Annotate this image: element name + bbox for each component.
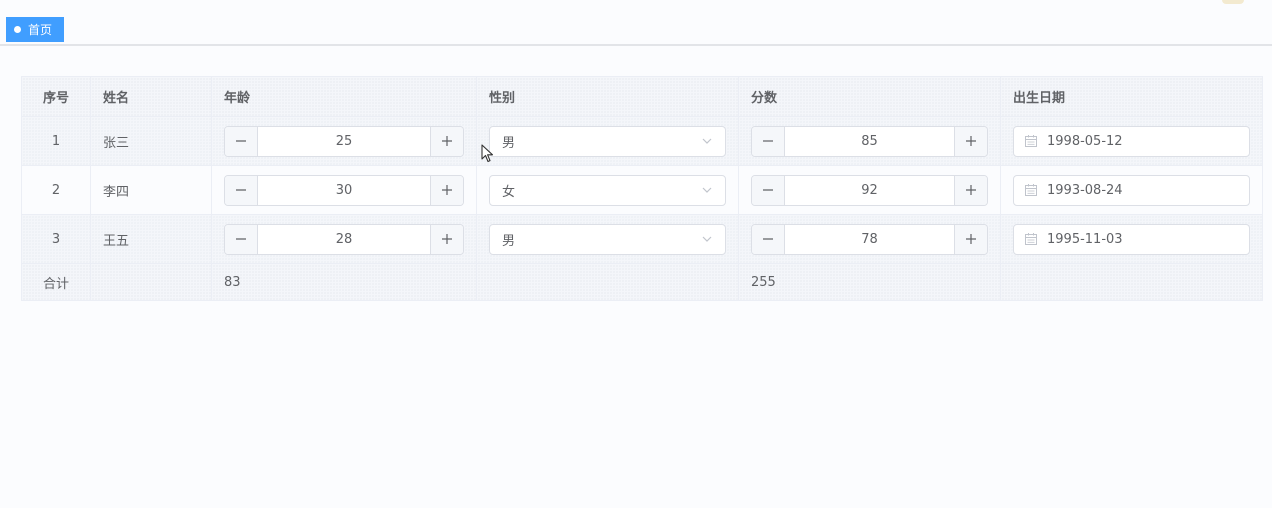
gender-value: 男 <box>502 233 516 249</box>
calendar-icon <box>1024 183 1038 197</box>
minus-icon <box>235 184 247 196</box>
minus-icon <box>762 135 774 147</box>
score-increment-button[interactable] <box>954 175 987 205</box>
cell-gender: 男 <box>476 214 739 264</box>
table-row: 3 王五 28 男 78 1995-11-03 <box>21 214 1263 264</box>
minus-icon <box>762 233 774 245</box>
col-header-index: 序号 <box>21 76 91 117</box>
cell-name: 李四 <box>90 165 212 215</box>
birth-date-picker[interactable]: 1993-08-24 <box>1013 174 1250 206</box>
data-table: 序号 姓名 年龄 性别 分数 出生日期 1 张三 25 男 85 1998-05-12 2 李… <box>21 76 1263 301</box>
score-stepper[interactable]: 92 <box>751 174 988 206</box>
col-header-birth: 出生日期 <box>1000 76 1263 117</box>
score-value[interactable]: 78 <box>785 225 954 254</box>
score-stepper[interactable]: 85 <box>751 125 988 157</box>
minus-icon <box>235 135 247 147</box>
plus-icon <box>965 135 977 147</box>
col-header-gender: 性别 <box>476 76 739 117</box>
cell-index: 2 <box>21 165 91 215</box>
age-value[interactable]: 28 <box>258 225 430 254</box>
cell-age: 25 <box>211 116 477 166</box>
footer-label: 合计 <box>21 263 91 301</box>
footer-age-total: 83 <box>211 263 477 301</box>
corner-decoration <box>1222 0 1244 4</box>
minus-icon <box>762 184 774 196</box>
cell-birth: 1995-11-03 <box>1000 214 1263 264</box>
cell-index: 3 <box>21 214 91 264</box>
col-header-score: 分数 <box>738 76 1001 117</box>
calendar-icon <box>1024 134 1038 148</box>
cell-score: 78 <box>738 214 1001 264</box>
age-value[interactable]: 25 <box>258 127 430 156</box>
gender-select[interactable]: 男 <box>489 125 726 157</box>
age-value[interactable]: 30 <box>258 176 430 205</box>
birth-date-value: 1993-08-24 <box>1047 182 1123 198</box>
age-stepper[interactable]: 28 <box>224 223 464 255</box>
plus-icon <box>441 184 453 196</box>
birth-date-picker[interactable]: 1995-11-03 <box>1013 223 1250 255</box>
col-header-name: 姓名 <box>90 76 212 117</box>
score-decrement-button[interactable] <box>752 175 785 205</box>
age-stepper[interactable]: 30 <box>224 174 464 206</box>
minus-icon <box>235 233 247 245</box>
plus-icon <box>441 233 453 245</box>
tab-home-label: 首页 <box>28 23 53 37</box>
cell-birth: 1998-05-12 <box>1000 116 1263 166</box>
cell-gender: 女 <box>476 165 739 215</box>
birth-date-picker[interactable]: 1998-05-12 <box>1013 125 1250 157</box>
cell-name: 王五 <box>90 214 212 264</box>
score-increment-button[interactable] <box>954 224 987 254</box>
score-decrement-button[interactable] <box>752 126 785 156</box>
age-stepper[interactable]: 25 <box>224 125 464 157</box>
gender-select[interactable]: 男 <box>489 223 726 255</box>
cell-index: 1 <box>21 116 91 166</box>
cell-birth: 1993-08-24 <box>1000 165 1263 215</box>
chevron-down-icon <box>701 135 713 147</box>
cell-score: 92 <box>738 165 1001 215</box>
dot-icon <box>14 26 21 33</box>
age-increment-button[interactable] <box>430 224 463 254</box>
score-increment-button[interactable] <box>954 126 987 156</box>
score-value[interactable]: 85 <box>785 127 954 156</box>
cell-gender: 男 <box>476 116 739 166</box>
birth-date-value: 1998-05-12 <box>1047 133 1123 149</box>
score-value[interactable]: 92 <box>785 176 954 205</box>
age-decrement-button[interactable] <box>225 175 258 205</box>
table-row: 1 张三 25 男 85 1998-05-12 <box>21 116 1263 166</box>
age-increment-button[interactable] <box>430 175 463 205</box>
col-header-age: 年龄 <box>211 76 477 117</box>
plus-icon <box>965 184 977 196</box>
cell-score: 85 <box>738 116 1001 166</box>
cell-age: 28 <box>211 214 477 264</box>
calendar-icon <box>1024 232 1038 246</box>
score-stepper[interactable]: 78 <box>751 223 988 255</box>
age-increment-button[interactable] <box>430 126 463 156</box>
plus-icon <box>965 233 977 245</box>
gender-value: 女 <box>502 184 516 200</box>
gender-value: 男 <box>502 135 516 151</box>
table-row: 2 李四 30 女 92 1993-08-24 <box>21 165 1263 215</box>
tab-bar: 首页 <box>0 0 1272 46</box>
footer-name-cell <box>90 263 212 301</box>
birth-date-value: 1995-11-03 <box>1047 231 1123 247</box>
plus-icon <box>441 135 453 147</box>
tab-home[interactable]: 首页 <box>6 17 64 42</box>
chevron-down-icon <box>701 233 713 245</box>
cell-age: 30 <box>211 165 477 215</box>
gender-select[interactable]: 女 <box>489 174 726 206</box>
age-decrement-button[interactable] <box>225 126 258 156</box>
footer-gender-cell <box>476 263 739 301</box>
table-header-row: 序号 姓名 年龄 性别 分数 出生日期 <box>21 76 1263 117</box>
score-decrement-button[interactable] <box>752 224 785 254</box>
chevron-down-icon <box>701 184 713 196</box>
cell-name: 张三 <box>90 116 212 166</box>
age-decrement-button[interactable] <box>225 224 258 254</box>
table-footer-row: 合计 83 255 <box>21 263 1263 301</box>
footer-birth-cell <box>1000 263 1263 301</box>
footer-score-total: 255 <box>738 263 1001 301</box>
